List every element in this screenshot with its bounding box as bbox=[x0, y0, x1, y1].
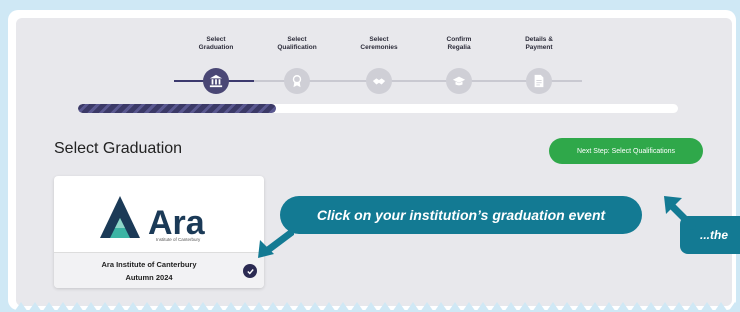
progress-fill bbox=[78, 104, 276, 113]
page-title: Select Graduation bbox=[54, 140, 183, 157]
bank-icon bbox=[209, 74, 223, 88]
progress-bar bbox=[78, 104, 678, 113]
step-label-qualification[interactable]: Select Qualification bbox=[262, 36, 332, 51]
step-graduation[interactable] bbox=[203, 68, 229, 94]
step-label-ceremonies[interactable]: Select Ceremonies bbox=[344, 36, 414, 51]
graduation-card[interactable]: Ara Institute of Canterbury Ara Institut… bbox=[54, 176, 264, 288]
step-label-regalia[interactable]: Confirm Regalia bbox=[424, 36, 494, 51]
card-event-name: Autumn 2024 bbox=[125, 273, 173, 282]
document-icon bbox=[534, 74, 544, 88]
step-payment[interactable] bbox=[526, 68, 552, 94]
step-label-graduation[interactable]: Select Graduation bbox=[181, 36, 251, 51]
arrow-left-icon bbox=[258, 228, 294, 258]
card-footer: Ara Institute of Canterbury Autumn 2024 bbox=[54, 252, 264, 288]
decorative-zigzag bbox=[0, 302, 740, 312]
svg-text:Institute of Canterbury: Institute of Canterbury bbox=[156, 237, 201, 242]
step-regalia[interactable] bbox=[446, 68, 472, 94]
step-qualification[interactable] bbox=[284, 68, 310, 94]
award-icon bbox=[292, 75, 302, 88]
card-institution-name: Ara Institute of Canterbury bbox=[101, 260, 197, 269]
graduation-panel: Select Graduation Select Qualification Sel… bbox=[16, 18, 732, 306]
ara-logo: Ara Institute of Canterbury bbox=[100, 196, 206, 242]
next-step-button[interactable]: Next Step: Select Qualifications bbox=[549, 138, 703, 164]
arrow-up-left-icon bbox=[664, 196, 696, 230]
instruction-callout: Click on your institution’s graduation e… bbox=[280, 196, 642, 234]
handshake-icon bbox=[372, 78, 386, 85]
graduation-cap-icon bbox=[452, 76, 466, 86]
check-icon bbox=[243, 264, 257, 278]
step-ceremonies[interactable] bbox=[366, 68, 392, 94]
step-label-payment[interactable]: Details & Payment bbox=[504, 36, 574, 51]
